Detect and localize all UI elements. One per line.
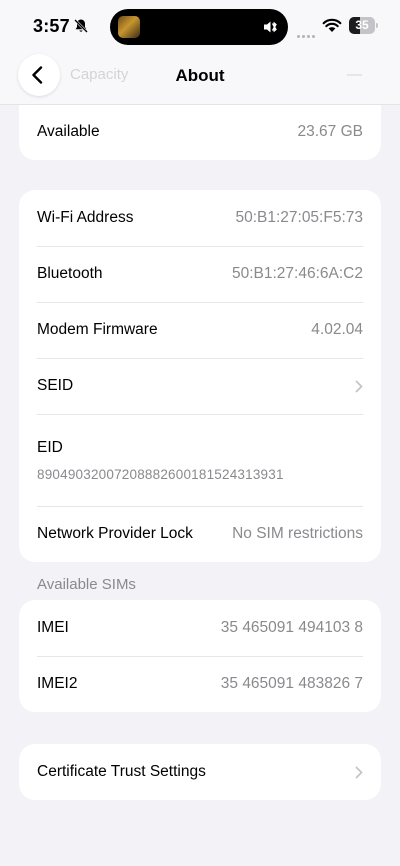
imei-row: IMEI 35 465091 494103 8 xyxy=(19,600,381,656)
row-label: IMEI2 xyxy=(37,675,78,692)
row-value: 23.67 GB xyxy=(297,123,364,140)
row-value: 35 465091 483826 7 xyxy=(220,675,363,692)
battery-icon: 35 xyxy=(349,17,379,34)
imei2-row: IMEI2 35 465091 483826 7 xyxy=(19,656,381,712)
cellular-signal-icon xyxy=(297,25,317,43)
battery-level: 35 xyxy=(355,18,369,32)
certificate-group: Certificate Trust Settings xyxy=(19,744,381,800)
wifi-address-row: Wi-Fi Address 50:B1:27:05:F5:73 xyxy=(19,190,381,246)
seid-row[interactable]: SEID xyxy=(19,358,381,414)
modem-firmware-row: Modem Firmware 4.02.04 xyxy=(19,302,381,358)
row-label: Modem Firmware xyxy=(37,321,158,338)
section-header-available-sims: Available SIMs xyxy=(37,576,136,593)
row-value: 50:B1:27:46:6A:C2 xyxy=(232,265,363,282)
row-value: 50:B1:27:05:F5:73 xyxy=(235,209,363,226)
row-value: 4.02.04 xyxy=(311,321,363,338)
wifi-icon xyxy=(322,18,342,32)
eid-value: 89049032007208882600181524313931 xyxy=(37,466,284,482)
row-label: Network Provider Lock xyxy=(37,525,193,542)
row-value: No SIM restrictions xyxy=(232,525,363,542)
chevron-right-icon xyxy=(355,380,363,392)
bluetooth-speaker-icon xyxy=(264,21,277,33)
bluetooth-row: Bluetooth 50:B1:27:46:6A:C2 xyxy=(19,246,381,302)
row-label: Bluetooth xyxy=(37,265,103,282)
row-label: Certificate Trust Settings xyxy=(37,763,206,780)
bell-slash-icon xyxy=(74,19,88,33)
row-label: Wi-Fi Address xyxy=(37,209,134,226)
chevron-right-icon xyxy=(355,766,363,778)
sims-group: IMEI 35 465091 494103 8 IMEI2 35 465091 … xyxy=(19,600,381,712)
row-label: SEID xyxy=(37,377,74,394)
certificate-trust-settings-row[interactable]: Certificate Trust Settings xyxy=(19,744,381,800)
now-playing-artwork xyxy=(118,16,140,38)
network-provider-lock-row: Network Provider Lock No SIM restriction… xyxy=(19,506,381,562)
page-title: About xyxy=(175,66,225,85)
network-info-group: Wi-Fi Address 50:B1:27:05:F5:73 Bluetoot… xyxy=(19,190,381,562)
row-label: Available xyxy=(37,123,100,140)
status-bar: 3:57 35 xyxy=(0,0,400,52)
row-value: 35 465091 494103 8 xyxy=(220,619,363,636)
eid-row: EID 89049032007208882600181524313931 xyxy=(19,414,381,506)
status-time: 3:57 xyxy=(33,16,70,36)
row-label: EID xyxy=(37,438,63,456)
row-label: IMEI xyxy=(37,619,69,636)
available-row: Available 23.67 GB xyxy=(19,104,381,160)
dynamic-island[interactable] xyxy=(110,9,288,45)
